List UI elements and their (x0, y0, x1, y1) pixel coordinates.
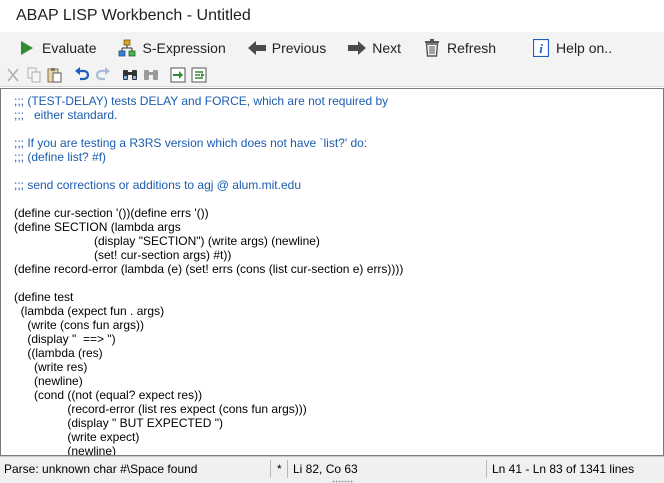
cut-icon[interactable] (3, 65, 23, 85)
code-content[interactable]: ;;; (TEST-DELAY) tests DELAY and FORCE, … (14, 94, 403, 455)
paste-icon[interactable] (45, 65, 65, 85)
next-button[interactable]: Next (342, 35, 407, 61)
line-range: Ln 41 - Ln 83 of 1341 lines (492, 462, 635, 476)
comment-line[interactable]: ;;; send corrections or additions to agj… (14, 178, 403, 192)
status-bar: Parse: unknown char #\Space found * Li 8… (0, 456, 664, 483)
s-expression-button[interactable]: S-Expression (112, 35, 231, 61)
indent-icon[interactable] (168, 65, 188, 85)
code-line[interactable] (14, 276, 403, 290)
code-line[interactable] (14, 122, 403, 136)
find-icon[interactable] (120, 65, 140, 85)
code-line[interactable]: (newline) (14, 374, 403, 388)
evaluate-label: Evaluate (42, 39, 97, 56)
help-button[interactable]: i Help on.. (526, 35, 618, 61)
comment-line[interactable]: ;;; (define list? #f) (14, 150, 403, 164)
code-line[interactable]: (cond ((not (equal? expect res)) (14, 388, 403, 402)
code-line[interactable]: (write res) (14, 360, 403, 374)
code-line[interactable]: (display "SECTION") (write args) (newlin… (14, 234, 403, 248)
code-editor[interactable]: ;;; (TEST-DELAY) tests DELAY and FORCE, … (0, 88, 664, 456)
s-expression-label: S-Expression (142, 39, 226, 56)
code-line[interactable]: (define SECTION (lambda args (14, 220, 403, 234)
code-line[interactable] (14, 192, 403, 206)
info-icon: i (532, 38, 550, 57)
status-divider (270, 460, 271, 478)
code-line[interactable]: (newline) (14, 444, 403, 455)
copy-icon[interactable] (24, 65, 44, 85)
trash-icon (423, 38, 441, 57)
code-line[interactable]: (display " BUT EXPECTED ") (14, 416, 403, 430)
redo-icon[interactable] (93, 65, 113, 85)
cursor-position: Li 82, Co 63 (293, 462, 358, 476)
comment-line[interactable]: ;;; If you are testing a R3RS version wh… (14, 136, 403, 150)
edit-toolbar (0, 63, 664, 87)
window-title: ABAP LISP Workbench - Untitled (16, 7, 251, 24)
refresh-label: Refresh (447, 39, 497, 56)
find-next-icon[interactable] (141, 65, 161, 85)
svg-text:i: i (539, 41, 543, 56)
title-bar: ABAP LISP Workbench - Untitled (0, 0, 664, 32)
refresh-button[interactable]: Refresh (417, 35, 502, 61)
next-label: Next (372, 39, 402, 56)
code-line[interactable] (14, 164, 403, 178)
undo-icon[interactable] (72, 65, 92, 85)
outdent-icon[interactable] (189, 65, 209, 85)
arrow-right-icon (348, 39, 367, 57)
status-divider (287, 460, 288, 478)
comment-line[interactable]: ;;; either standard. (14, 108, 403, 122)
previous-label: Previous (271, 39, 327, 56)
play-icon (18, 39, 36, 57)
code-line[interactable]: (display " ==> ") (14, 332, 403, 346)
status-divider (486, 460, 487, 478)
modified-indicator: * (277, 462, 282, 476)
previous-button[interactable]: Previous (242, 35, 332, 61)
tree-icon (118, 39, 136, 57)
help-label: Help on.. (556, 39, 613, 56)
code-line[interactable]: (define cur-section '())(define errs '()… (14, 206, 403, 220)
code-line[interactable]: (record-error (list res expect (cons fun… (14, 402, 403, 416)
arrow-left-icon (247, 39, 266, 57)
code-line[interactable]: (write (cons fun args)) (14, 318, 403, 332)
code-line[interactable]: (define test (14, 290, 403, 304)
code-line[interactable]: (define record-error (lambda (e) (set! e… (14, 262, 403, 276)
evaluate-button[interactable]: Evaluate (12, 35, 102, 61)
code-line[interactable]: ((lambda (res) (14, 346, 403, 360)
code-line[interactable]: (write expect) (14, 430, 403, 444)
code-line[interactable]: (set! cur-section args) #t)) (14, 248, 403, 262)
main-toolbar: Evaluate S-Expression Previous Next Refr… (0, 32, 664, 63)
status-message: Parse: unknown char #\Space found (4, 462, 198, 476)
code-line[interactable]: (lambda (expect fun . args) (14, 304, 403, 318)
comment-line[interactable]: ;;; (TEST-DELAY) tests DELAY and FORCE, … (14, 94, 403, 108)
